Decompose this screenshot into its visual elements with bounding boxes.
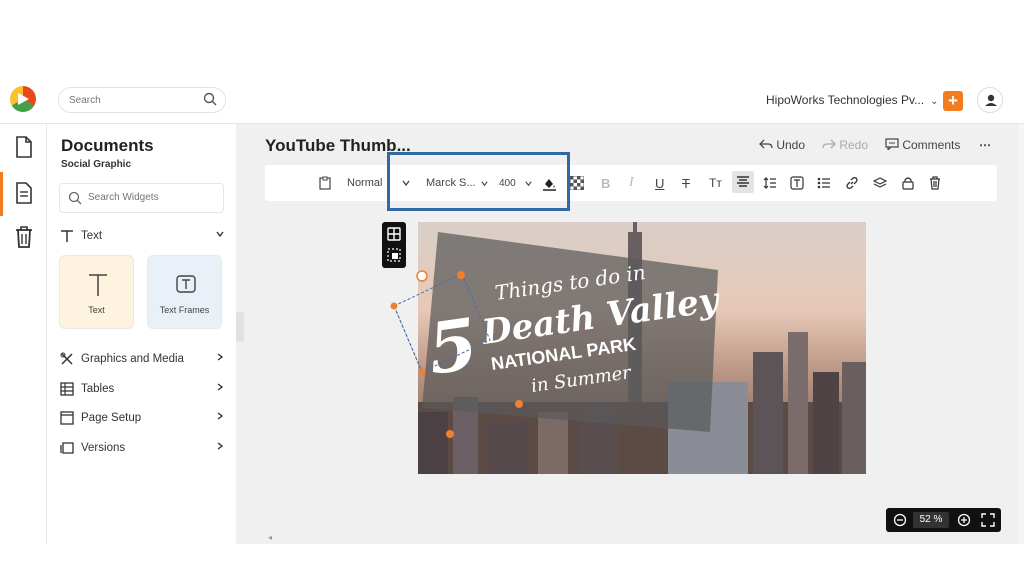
redo-label: Redo (839, 138, 869, 152)
resize-handle (390, 302, 398, 310)
chevron-right-icon (215, 411, 225, 424)
section-text-label: Text (81, 230, 103, 242)
section-graphics-and-media[interactable]: Graphics and Media (59, 350, 227, 370)
zoom-in-icon[interactable] (957, 513, 971, 527)
delete-icon[interactable] (929, 174, 941, 192)
chevron-down-icon (215, 229, 225, 242)
link-icon[interactable] (845, 174, 859, 192)
scroll-left-arrow[interactable]: ◂ (268, 533, 272, 542)
zoom-control: 52 % (886, 508, 1001, 532)
versions-icon (59, 440, 75, 456)
undo-icon (759, 139, 773, 149)
chevron-right-icon (215, 441, 225, 454)
global-search-input[interactable] (69, 92, 189, 108)
resize-handle (418, 368, 426, 376)
fullscreen-icon[interactable] (981, 513, 995, 527)
section-tables[interactable]: Tables (59, 380, 227, 400)
table-icon (59, 381, 75, 397)
panel-title: Documents (61, 136, 154, 155)
format-toolbar: Normal Marck S... 400 B I U T Tт (265, 165, 997, 201)
text-frames-widget-label: Text Frames (159, 305, 210, 315)
zoom-value: 52 (919, 514, 931, 525)
resize-handle (515, 400, 523, 408)
widget-search[interactable] (59, 183, 224, 213)
section-tables-label: Tables (81, 383, 115, 395)
file-icon[interactable] (12, 134, 36, 160)
vertical-scrollbar[interactable] (1018, 124, 1024, 544)
trash-icon[interactable] (12, 224, 36, 250)
strikethrough-button[interactable]: T (682, 174, 690, 192)
redo-button[interactable]: Redo (822, 138, 868, 152)
search-icon[interactable] (203, 92, 217, 111)
user-avatar-button[interactable] (977, 87, 1003, 113)
section-graphics-label: Graphics and Media (81, 353, 184, 365)
panel-subtitle: Social Graphic (61, 159, 132, 170)
resize-handle (457, 271, 465, 279)
bold-button[interactable]: B (601, 174, 610, 192)
text-frame-icon (176, 275, 196, 293)
app-logo[interactable] (10, 86, 36, 112)
chevron-down-icon: ⌄ (930, 96, 939, 107)
italic-button[interactable]: I (629, 174, 634, 192)
text-widget-label: Text (88, 305, 105, 315)
organization-switcher[interactable]: HipoWorks Technologies Pv... ⌄ (766, 93, 938, 107)
text-box-icon[interactable] (790, 174, 804, 192)
line-spacing-icon[interactable] (763, 174, 777, 192)
organization-name: HipoWorks Technologies Pv... (766, 93, 925, 107)
page-setup-icon (59, 410, 75, 426)
undo-label: Undo (776, 138, 806, 152)
user-icon (985, 94, 997, 106)
app-shell: HipoWorks Technologies Pv... ⌄ + Document… (0, 82, 1024, 544)
zoom-unit: % (933, 514, 943, 525)
more-options-button[interactable]: ⋯ (979, 138, 991, 152)
bullet-list-icon[interactable] (817, 174, 831, 192)
layers-icon[interactable] (873, 174, 887, 192)
section-page-setup[interactable]: Page Setup (59, 409, 227, 429)
undo-button[interactable]: Undo (759, 138, 805, 152)
text-icon (59, 228, 75, 244)
rail-active-indicator (0, 172, 3, 216)
text-frames-widget-card[interactable]: Text Frames (147, 255, 222, 329)
lock-icon[interactable] (902, 174, 914, 192)
global-search[interactable] (58, 87, 226, 113)
section-page-setup-label: Page Setup (81, 412, 142, 424)
comments-button[interactable]: Comments (885, 138, 960, 152)
align-center-button[interactable] (732, 171, 754, 193)
widget-panel: Documents Social Graphic Text Text Text … (47, 124, 236, 544)
top-bar: HipoWorks Technologies Pv... ⌄ + (0, 82, 1024, 124)
clipboard-icon[interactable] (319, 174, 331, 192)
rotate-handle (416, 270, 428, 282)
transparency-icon[interactable] (570, 174, 584, 192)
create-new-button[interactable]: + (943, 91, 963, 111)
text-case-button[interactable]: Tт (709, 174, 722, 192)
zoom-out-icon[interactable] (893, 513, 907, 527)
paragraph-style-value: Normal (347, 177, 383, 189)
graphics-icon (59, 351, 75, 367)
zoom-level[interactable]: 52 % (913, 512, 949, 528)
grid-icon[interactable] (387, 227, 401, 241)
text-widget-card[interactable]: Text (59, 255, 134, 329)
chevron-right-icon (215, 382, 225, 395)
comment-icon (885, 138, 899, 152)
document-icon[interactable] (12, 180, 36, 206)
resize-handle (446, 430, 454, 438)
align-center-icon (737, 176, 749, 187)
paragraph-style-select[interactable]: Normal (347, 174, 382, 192)
section-versions[interactable]: Versions (59, 439, 227, 459)
selection-bounding-box[interactable] (386, 262, 526, 448)
left-rail (0, 124, 47, 544)
section-versions-label: Versions (81, 442, 126, 454)
panel-collapse-handle[interactable] (236, 312, 244, 342)
chevron-right-icon (215, 352, 225, 365)
select-frame-icon[interactable] (387, 248, 401, 262)
redo-icon (822, 139, 836, 149)
widget-search-input[interactable] (88, 192, 218, 203)
comments-label: Comments (902, 138, 961, 152)
section-text[interactable]: Text (59, 227, 227, 247)
annotation-highlight-box (387, 152, 570, 211)
underline-button[interactable]: U (655, 174, 664, 192)
text-icon (89, 274, 107, 296)
search-icon (68, 191, 82, 210)
